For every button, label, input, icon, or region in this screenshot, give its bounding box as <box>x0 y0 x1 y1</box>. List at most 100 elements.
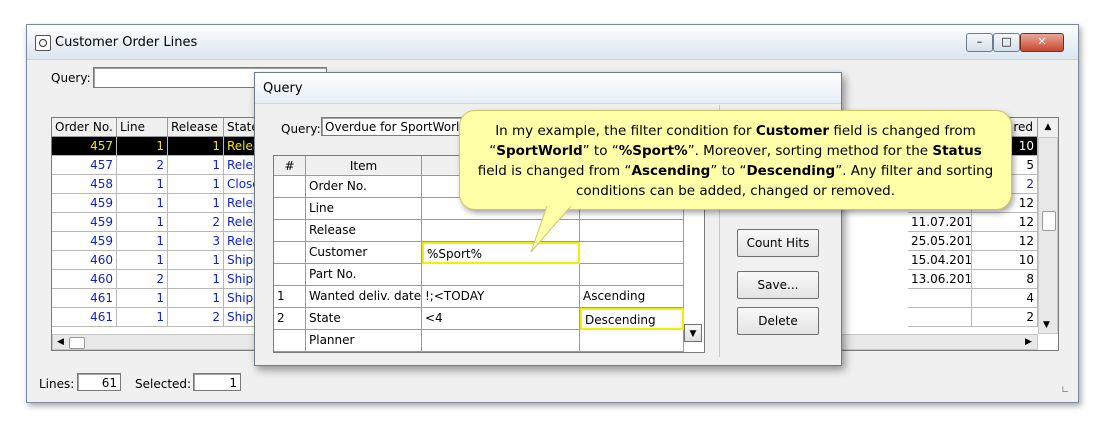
cell-date[interactable]: 11.07.2015 <box>908 213 972 232</box>
maximize-button[interactable]: □ <box>993 33 1020 52</box>
cell-line[interactable]: 1 <box>117 194 168 213</box>
annotation-callout: In my example, the filter condition for … <box>459 110 1012 210</box>
query-cell-item[interactable]: Planner <box>306 330 422 352</box>
cell-line[interactable]: 1 <box>117 213 168 232</box>
col-header-item: Item <box>306 156 422 176</box>
lines-label: Lines: <box>39 377 75 391</box>
dropdown-arrow-icon[interactable]: ▼ <box>684 324 702 342</box>
query-cell-sort[interactable] <box>580 220 684 242</box>
query-cell-sort[interactable] <box>580 330 684 352</box>
scroll-down-arrow-icon[interactable]: ▼ <box>1043 320 1050 330</box>
cell-qty[interactable]: 2 <box>972 308 1038 327</box>
scroll-up-arrow-icon[interactable]: ▲ <box>1038 118 1058 138</box>
query-cell-cond[interactable] <box>422 330 580 352</box>
query-cell-n[interactable]: 1 <box>274 286 306 308</box>
query-cell-sort[interactable] <box>580 264 684 286</box>
cell-release[interactable]: 2 <box>168 213 224 232</box>
cell-order[interactable]: 457 <box>52 156 117 175</box>
lines-count: 61 <box>77 373 121 391</box>
col-header-release[interactable]: Release <box>168 118 224 137</box>
cell-line[interactable]: 1 <box>117 289 168 308</box>
query-cell-item[interactable]: Line <box>306 198 422 220</box>
cell-line[interactable]: 1 <box>117 308 168 327</box>
horizontal-scroll-thumb[interactable] <box>69 337 85 349</box>
selected-count: 1 <box>193 373 241 391</box>
scroll-left-arrow-icon[interactable]: ◀ <box>57 337 64 347</box>
vertical-scrollbar[interactable]: ▼ <box>1038 137 1058 334</box>
query-cell-n[interactable]: 2 <box>274 308 306 330</box>
scroll-right-arrow-icon[interactable]: ▶ <box>1025 337 1032 347</box>
close-button[interactable]: ✕ <box>1020 33 1064 52</box>
query-cell-item[interactable]: Release <box>306 220 422 242</box>
cell-line[interactable]: 2 <box>117 156 168 175</box>
cell-qty[interactable]: 10 <box>972 251 1038 270</box>
query-cell-cond[interactable]: !;<TODAY <box>422 286 580 308</box>
cell-release[interactable]: 1 <box>168 137 224 156</box>
cell-release[interactable]: 1 <box>168 270 224 289</box>
cell-line[interactable]: 1 <box>117 137 168 156</box>
query-cell-n[interactable] <box>274 264 306 286</box>
cell-release[interactable]: 3 <box>168 232 224 251</box>
cell-order[interactable]: 460 <box>52 251 117 270</box>
cell-line[interactable]: 2 <box>117 270 168 289</box>
cell-order[interactable]: 459 <box>52 194 117 213</box>
cell-order[interactable]: 460 <box>52 270 117 289</box>
query-cell-item[interactable]: State <box>306 308 422 330</box>
cell-date[interactable]: 25.05.2015 <box>908 232 972 251</box>
query-label: Query: <box>51 71 91 85</box>
query-cell-sort[interactable]: Ascending <box>580 286 684 308</box>
dialog-title: Query <box>263 81 303 96</box>
dialog-query-label: Query: <box>281 122 321 136</box>
selected-label: Selected: <box>135 377 192 391</box>
vertical-scroll-thumb[interactable] <box>1042 211 1056 231</box>
query-cell-n[interactable] <box>274 220 306 242</box>
cell-order[interactable]: 461 <box>52 289 117 308</box>
window-title: Customer Order Lines <box>55 35 198 50</box>
query-cell-item[interactable]: Part No. <box>306 264 422 286</box>
query-cell-item[interactable]: Customer <box>306 242 422 264</box>
delete-button[interactable]: Delete <box>737 307 819 335</box>
cell-qty[interactable]: 8 <box>972 270 1038 289</box>
cell-release[interactable]: 1 <box>168 289 224 308</box>
query-cell-cond[interactable] <box>422 264 580 286</box>
count-hits-button[interactable]: Count Hits <box>737 229 819 257</box>
cell-order[interactable]: 459 <box>52 213 117 232</box>
app-icon <box>35 35 51 51</box>
cell-release[interactable]: 1 <box>168 251 224 270</box>
query-cell-n[interactable] <box>274 242 306 264</box>
cell-release[interactable]: 1 <box>168 175 224 194</box>
cell-order[interactable]: 458 <box>52 175 117 194</box>
query-cell-sort[interactable]: Descending <box>580 308 684 330</box>
title-bar[interactable]: Customer Order Lines – □ ✕ <box>27 25 1078 60</box>
minimize-button[interactable]: – <box>966 33 993 52</box>
query-cell-n[interactable] <box>274 176 306 198</box>
cell-date[interactable] <box>908 289 972 308</box>
query-cell-sort[interactable] <box>580 242 684 264</box>
resize-grip-icon[interactable]: ∟ <box>1061 385 1069 396</box>
cell-date[interactable] <box>908 308 972 327</box>
cell-release[interactable]: 1 <box>168 194 224 213</box>
col-header-order-no[interactable]: Order No. <box>52 118 117 137</box>
col-header-line[interactable]: Line <box>117 118 168 137</box>
cell-release[interactable]: 2 <box>168 308 224 327</box>
cell-date[interactable]: 15.04.2015 <box>908 251 972 270</box>
query-cell-n[interactable] <box>274 330 306 352</box>
cell-order[interactable]: 459 <box>52 232 117 251</box>
cell-release[interactable]: 1 <box>168 156 224 175</box>
callout-pointer <box>530 206 572 253</box>
cell-line[interactable]: 1 <box>117 232 168 251</box>
query-cell-item[interactable]: Wanted deliv. date <box>306 286 422 308</box>
cell-line[interactable]: 1 <box>117 175 168 194</box>
cell-qty[interactable]: 4 <box>972 289 1038 308</box>
save-button[interactable]: Save... <box>737 271 819 299</box>
dialog-title-bar[interactable]: Query <box>255 73 841 104</box>
cell-order[interactable]: 461 <box>52 308 117 327</box>
cell-line[interactable]: 1 <box>117 251 168 270</box>
cell-qty[interactable]: 12 <box>972 213 1038 232</box>
query-cell-n[interactable] <box>274 198 306 220</box>
cell-order[interactable]: 457 <box>52 137 117 156</box>
cell-qty[interactable]: 12 <box>972 232 1038 251</box>
query-cell-item[interactable]: Order No. <box>306 176 422 198</box>
cell-date[interactable]: 13.06.2015 <box>908 270 972 289</box>
query-cell-cond[interactable]: <4 <box>422 308 580 330</box>
